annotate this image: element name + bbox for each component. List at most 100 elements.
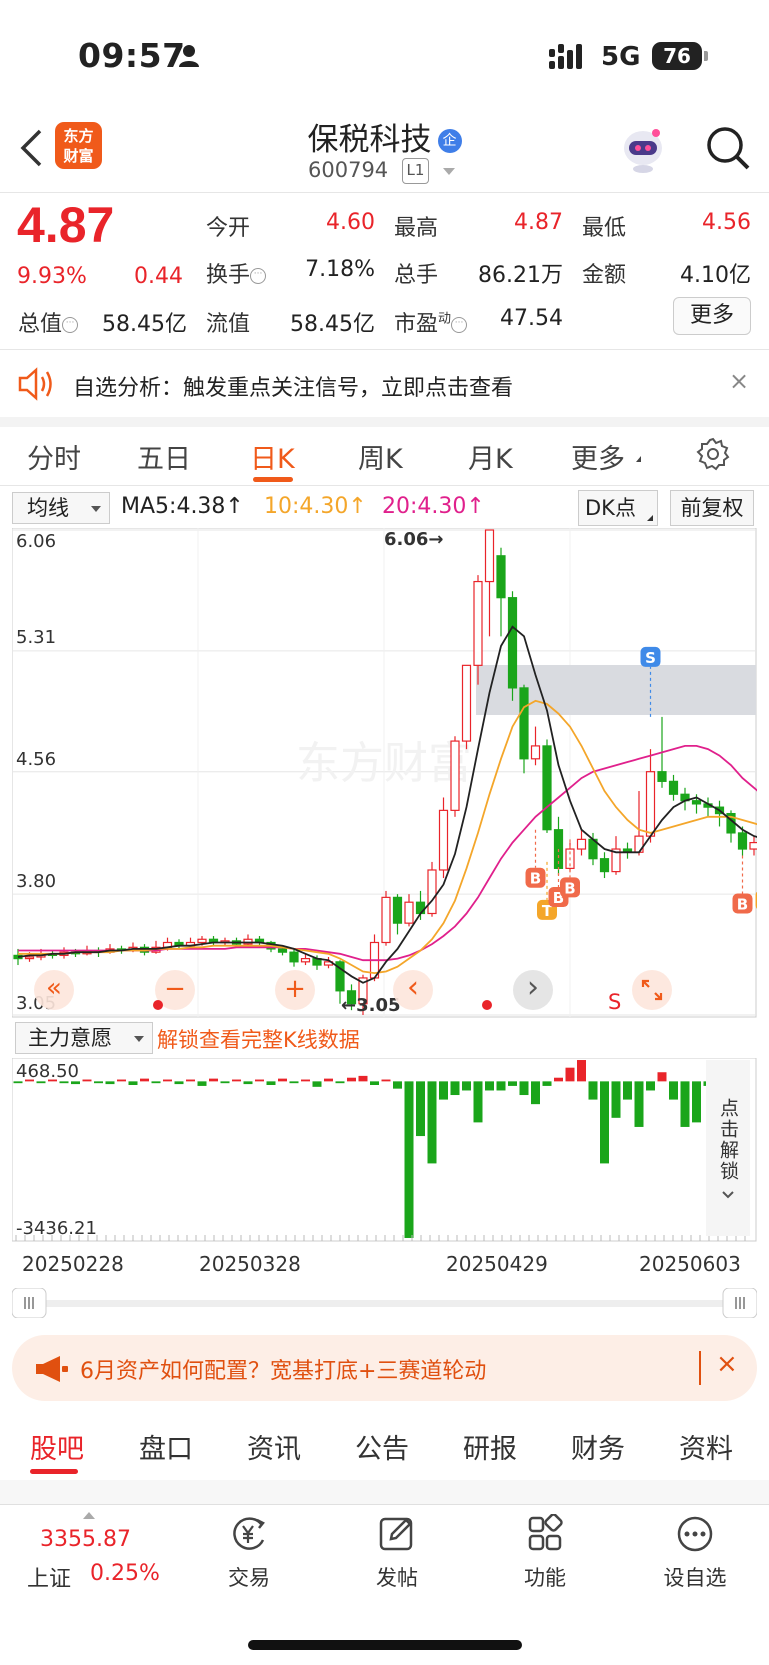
candle-body: [24, 956, 35, 960]
nav-post[interactable]: 发帖: [362, 1514, 432, 1592]
tab-more-caret-icon[interactable]: [636, 456, 641, 462]
flow-bar: [577, 1060, 586, 1082]
fullscreen-icon[interactable]: [632, 970, 672, 1010]
settings-gear-icon[interactable]: [696, 437, 730, 471]
candle-body: [392, 896, 403, 924]
flow-bar: [646, 1081, 655, 1091]
tab-monthly-k[interactable]: 月K: [468, 437, 513, 476]
red-dot-marker: [482, 1000, 492, 1010]
zoom-in-button[interactable]: +: [275, 970, 315, 1010]
level-badge[interactable]: L1: [402, 158, 429, 184]
content-separator: [0, 1480, 769, 1504]
flow-bar: [174, 1081, 184, 1085]
ma5-label: MA5:4.38↑: [121, 494, 244, 519]
flow-bar: [393, 1081, 402, 1089]
side-unlock-button[interactable]: 点击解锁: [706, 1060, 750, 1236]
candle-body: [461, 664, 472, 742]
tab-news[interactable]: 资讯: [247, 1427, 301, 1466]
flow-bar: [335, 1081, 345, 1084]
flow-bar: [439, 1081, 448, 1100]
nav-add-watchlist[interactable]: 设自选: [655, 1514, 735, 1592]
indicator-select[interactable]: 主力意愿: [15, 1022, 153, 1054]
nav-add-watchlist-label: 设自选: [663, 1566, 727, 1590]
candle-body: [519, 687, 529, 760]
dk-point-button[interactable]: DK点: [578, 490, 658, 526]
flow-bar: [669, 1081, 678, 1100]
high-label: 最高: [394, 216, 439, 241]
promo-separator: [699, 1351, 701, 1385]
search-icon[interactable]: [705, 125, 751, 171]
tab-announcements[interactable]: 公告: [355, 1427, 409, 1466]
tab-research[interactable]: 研报: [463, 1427, 517, 1466]
rewind-button[interactable]: «: [34, 970, 74, 1010]
tab-daily-k[interactable]: 日K: [250, 437, 295, 476]
flow-bar: [186, 1079, 195, 1082]
indicator-select-label: 主力意愿: [28, 1026, 112, 1050]
scroll-right-button[interactable]: ›: [513, 970, 553, 1010]
signal-label: B: [564, 879, 575, 897]
candle-body: [289, 951, 299, 963]
tab-guba[interactable]: 股吧: [30, 1427, 84, 1466]
promo-banner[interactable]: 6月资产如何配置？宽基打底+三赛道轮动 ×: [12, 1335, 757, 1401]
candle-body: [691, 800, 702, 805]
float-label: 流值: [206, 312, 251, 337]
flow-bar: [255, 1079, 264, 1082]
analysis-notice[interactable]: 自选分析：触发重点关注信号，立即点击查看 ×: [0, 350, 769, 417]
tab-five-day[interactable]: 五日: [137, 437, 191, 476]
flow-bar: [657, 1072, 667, 1082]
pe-sup: 动: [438, 311, 452, 327]
robot-assistant-icon[interactable]: [618, 124, 668, 174]
mcap-label-text: 总值: [18, 312, 63, 337]
close-notice-icon[interactable]: ×: [729, 367, 749, 395]
candle-body: [438, 809, 449, 871]
tab-pankou[interactable]: 盘口: [139, 1427, 193, 1466]
index-expand-icon[interactable]: [83, 1512, 95, 1519]
flow-bar: [611, 1081, 621, 1118]
close-promo-icon[interactable]: ×: [716, 1349, 738, 1379]
flow-bar: [623, 1081, 632, 1100]
section-separator: [0, 417, 769, 427]
flow-bar: [94, 1081, 103, 1084]
nav-functions[interactable]: 功能: [510, 1513, 580, 1592]
amount-label: 金额: [582, 263, 627, 288]
info-icon[interactable]: ···: [250, 268, 267, 284]
turnover-label-text: 换手: [206, 263, 251, 288]
ma-select[interactable]: 均线: [12, 492, 110, 524]
float-value: 58.45亿: [290, 312, 375, 337]
flow-bar: [416, 1081, 425, 1137]
flow-bar: [163, 1079, 172, 1082]
flow-y-max: 468.50: [16, 1061, 79, 1082]
pe-value: 47.54: [500, 306, 563, 331]
more-quote-button[interactable]: 更多: [673, 297, 751, 335]
index-change[interactable]: 0.25%: [90, 1561, 160, 1586]
tab-finance[interactable]: 财务: [571, 1427, 625, 1466]
scroll-left-button[interactable]: ‹: [393, 970, 433, 1010]
tab-weekly-k[interactable]: 周K: [358, 437, 403, 476]
nav-trade[interactable]: 交易: [214, 1514, 284, 1592]
info-icon[interactable]: ···: [62, 317, 79, 333]
kline-chart[interactable]: 东方财富 SBTBBBT: [12, 528, 757, 1018]
index-value[interactable]: 3355.87: [40, 1527, 131, 1552]
tab-profile[interactable]: 资料: [679, 1427, 733, 1466]
pe-label: 市盈动 ···: [394, 306, 468, 338]
flow-bar: [531, 1081, 540, 1105]
adjust-button[interactable]: 前复权: [670, 490, 754, 526]
unlock-kline-link[interactable]: 解锁查看完整K线数据: [157, 1024, 360, 1054]
mcap-value: 58.45亿: [102, 312, 187, 337]
nav-trade-label: 交易: [228, 1566, 270, 1590]
candle-body: [645, 771, 656, 837]
info-icon[interactable]: ···: [451, 317, 468, 333]
range-scrollbar[interactable]: [12, 1288, 757, 1318]
level-caret-icon[interactable]: [443, 168, 455, 175]
tab-more[interactable]: 更多: [571, 437, 625, 476]
turnover-label: 换手 ···: [206, 257, 267, 289]
person-icon: [179, 45, 199, 67]
index-name[interactable]: 上证: [27, 1561, 71, 1593]
flow-bar: [381, 1079, 391, 1082]
flow-bar: [588, 1081, 598, 1100]
flow-bar: [347, 1077, 356, 1082]
tab-intraday[interactable]: 分时: [27, 437, 81, 476]
corner-caret-icon: [647, 515, 653, 521]
nav-functions-label: 功能: [524, 1566, 566, 1590]
grid-apps-icon: [528, 1513, 563, 1551]
